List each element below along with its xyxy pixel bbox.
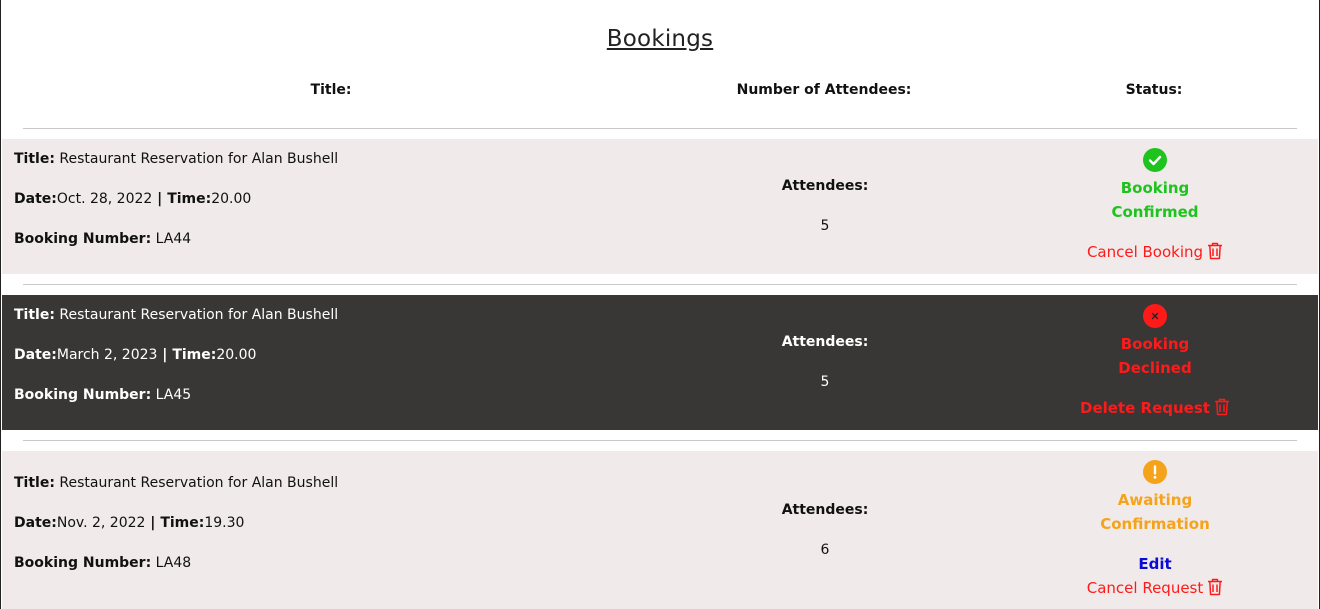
booking-date-row: Date:Oct. 28, 2022 | Time:20.00 <box>14 190 251 208</box>
booking-title-row: Title: Restaurant Reservation for Alan B… <box>14 150 338 168</box>
booking-date: Oct. 28, 2022 <box>56 191 153 207</box>
cancel-booking-label: Cancel Booking <box>1086 243 1204 261</box>
booking-number: LA45 <box>155 387 192 403</box>
time-label: Time: <box>167 191 212 207</box>
booking-title: Restaurant Reservation for Alan Bushell <box>59 307 339 323</box>
header-status: Status: <box>1125 82 1183 98</box>
booking-number-row: Booking Number: LA45 <box>14 386 191 404</box>
booking-card-awaiting: Title: Restaurant Reservation for Alan B… <box>2 451 1318 609</box>
status-text: Booking Confirmed <box>1111 179 1199 221</box>
booking-date-row: Date:March 2, 2023 | Time:20.00 <box>14 346 256 364</box>
number-label: Booking Number: <box>14 555 152 571</box>
booking-date: Nov. 2, 2022 <box>56 515 146 531</box>
booking-number: LA44 <box>155 231 192 247</box>
booking-time: 20.00 <box>211 191 252 207</box>
booking-title: Restaurant Reservation for Alan Bushell <box>59 151 339 167</box>
separator: | <box>152 191 168 207</box>
booking-title: Restaurant Reservation for Alan Bushell <box>59 475 339 491</box>
title-label: Title: <box>14 475 55 491</box>
status-text: Awaiting Confirmation <box>1100 491 1210 533</box>
booking-number-row: Booking Number: LA44 <box>14 230 191 248</box>
trash-icon <box>1207 578 1223 600</box>
number-label: Booking Number: <box>14 231 152 247</box>
separator: | <box>145 515 161 531</box>
booking-title-row: Title: Restaurant Reservation for Alan B… <box>14 474 338 492</box>
attendees-label: Attendees: <box>781 502 869 518</box>
attendees-count: 5 <box>820 374 830 390</box>
date-label: Date: <box>14 347 57 363</box>
delete-request-button[interactable]: Delete Request <box>1055 398 1255 420</box>
status-text: Booking Declined <box>1118 335 1192 377</box>
attendees-label: Attendees: <box>781 334 869 350</box>
separator: | <box>157 347 173 363</box>
cancel-request-button[interactable]: Cancel Request <box>1055 578 1255 600</box>
title-label: Title: <box>14 151 55 167</box>
attendees-label: Attendees: <box>781 178 869 194</box>
booking-number-row: Booking Number: LA48 <box>14 554 191 572</box>
delete-request-label: Delete Request <box>1080 399 1210 417</box>
booking-time: 20.00 <box>216 347 257 363</box>
date-label: Date: <box>14 191 57 207</box>
booking-card-confirmed: Title: Restaurant Reservation for Alan B… <box>2 139 1318 274</box>
divider <box>23 284 1297 285</box>
trash-icon <box>1207 242 1223 264</box>
cancel-request-label: Cancel Request <box>1086 579 1204 597</box>
booking-date: March 2, 2023 <box>56 347 158 363</box>
check-circle-icon <box>1143 148 1167 172</box>
date-label: Date: <box>14 515 57 531</box>
booking-card-declined: Title: Restaurant Reservation for Alan B… <box>2 295 1318 430</box>
page-title: Bookings <box>606 26 714 52</box>
title-label: Title: <box>14 307 55 323</box>
time-label: Time: <box>172 347 217 363</box>
header-attendees: Number of Attendees: <box>736 82 912 98</box>
number-label: Booking Number: <box>14 387 152 403</box>
booking-number: LA48 <box>155 555 192 571</box>
exclamation-circle-icon <box>1143 460 1167 484</box>
header-title: Title: <box>310 82 352 98</box>
trash-icon <box>1214 398 1230 420</box>
divider <box>23 128 1297 129</box>
time-label: Time: <box>160 515 205 531</box>
attendees-count: 6 <box>820 542 830 558</box>
edit-button[interactable]: Edit <box>1055 555 1255 573</box>
booking-title-row: Title: Restaurant Reservation for Alan B… <box>14 306 338 324</box>
attendees-count: 5 <box>820 218 830 234</box>
cancel-booking-button[interactable]: Cancel Booking <box>1055 242 1255 264</box>
x-circle-icon <box>1143 304 1167 328</box>
booking-time: 19.30 <box>204 515 245 531</box>
divider <box>23 440 1297 441</box>
booking-date-row: Date:Nov. 2, 2022 | Time:19.30 <box>14 514 244 532</box>
